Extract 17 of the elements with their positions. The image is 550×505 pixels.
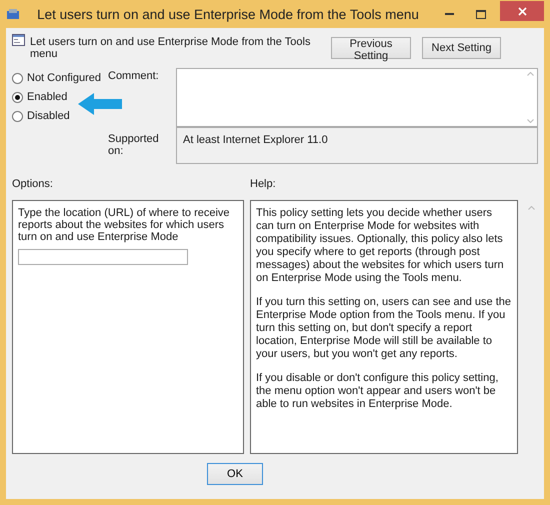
comment-label: Comment: <box>108 69 160 84</box>
radio-label[interactable]: Disabled <box>27 110 70 122</box>
supported-on-label: Supported on: <box>108 132 160 159</box>
radio-label[interactable]: Not Configured <box>27 72 101 84</box>
radio-label[interactable]: Enabled <box>27 91 68 103</box>
help-paragraph: This policy setting lets you decide whether users can turn on Enterprise Mode for websites with compatibility issues. Optionally, this policy also lets you specify where to get reports (through post messages) about the websites for which users turn on Enterprise Mode using the Tools menu. <box>256 207 505 285</box>
next-setting-button[interactable]: Next Setting <box>422 37 501 59</box>
help-paragraph: If you disable or don't configure this policy setting, the menu option won't appear and users won't be able to run websites in Enterprise Mode. <box>256 372 500 411</box>
previous-setting-button[interactable]: Previous Setting <box>331 37 411 59</box>
window-title: Let users turn on and use Enterprise Mode from the Tools menu <box>36 6 420 22</box>
setting-name: Let users turn on and use Enterprise Mode from the Tools menu <box>30 35 312 60</box>
ok-button[interactable]: OK <box>207 463 263 485</box>
help-paragraph: If you turn this setting on, users can see and use the Enterprise Mode option from the Tools menu. If you turn this setting on, but don't specify a report location, Enterprise Mode will still be available to your users, but you won't get any reports. <box>256 296 512 361</box>
options-label: Options: <box>12 178 54 192</box>
supported-on-value: At least Internet Explorer 11.0 <box>183 134 328 148</box>
help-label: Help: <box>250 178 276 192</box>
options-description: Type the location (URL) of where to receive reports about the websites for which users turn on and use Enterprise Mode <box>18 207 231 243</box>
